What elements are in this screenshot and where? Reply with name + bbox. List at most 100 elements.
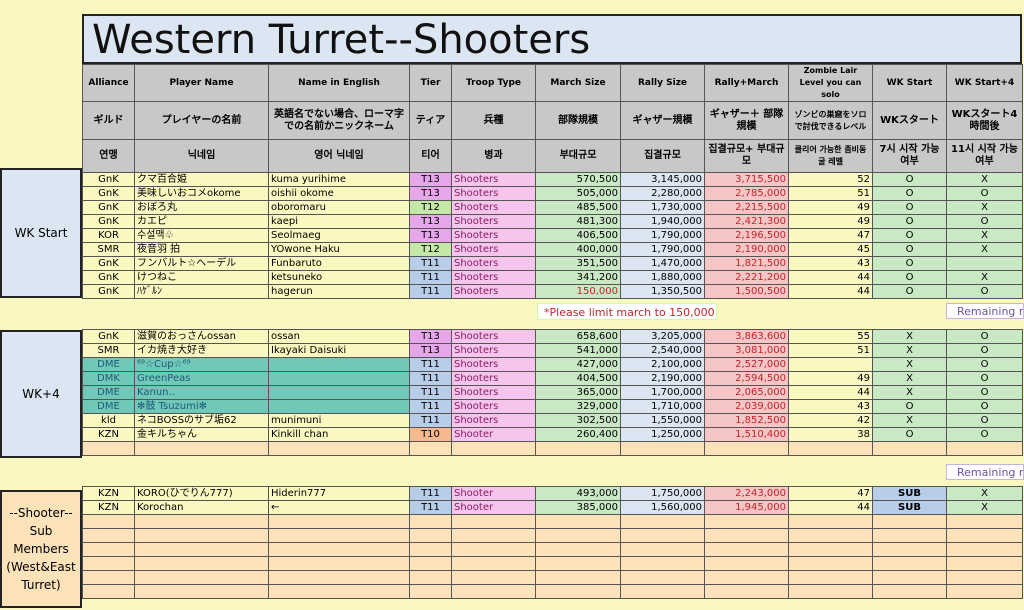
cell-march-size[interactable]: 570,500: [535, 172, 621, 187]
empty-cell[interactable]: [946, 584, 1023, 599]
empty-cell[interactable]: [451, 528, 536, 543]
empty-cell[interactable]: [620, 542, 705, 557]
cell-tier[interactable]: T11: [409, 371, 452, 386]
cell-rally-size[interactable]: 1,250,000: [620, 427, 705, 442]
cell-troop-type[interactable]: Shooters: [451, 256, 536, 271]
empty-cell[interactable]: [409, 570, 452, 585]
cell-english-name[interactable]: Kinkill chan: [268, 427, 410, 442]
cell-player-name[interactable]: イカ焼き大好き: [134, 343, 269, 358]
cell-english-name[interactable]: hagerun: [268, 284, 410, 299]
cell-player-name[interactable]: おぼろ丸: [134, 200, 269, 215]
empty-cell[interactable]: [788, 570, 873, 585]
cell-alliance[interactable]: GnK: [82, 200, 135, 215]
cell-zombie-lair[interactable]: 38: [788, 427, 873, 442]
empty-cell[interactable]: [946, 556, 1023, 571]
cell-rally-march[interactable]: 1,945,000: [704, 500, 789, 515]
empty-cell[interactable]: [704, 542, 789, 557]
cell-wk-start[interactable]: X: [872, 385, 947, 400]
cell-wk-start[interactable]: O: [872, 270, 947, 285]
cell-march-size[interactable]: 302,500: [535, 413, 621, 428]
cell-alliance[interactable]: GnK: [82, 284, 135, 299]
empty-cell[interactable]: [872, 514, 947, 529]
cell-wk-start-4[interactable]: O: [946, 214, 1023, 229]
empty-cell[interactable]: [268, 441, 410, 456]
empty-cell[interactable]: [268, 542, 410, 557]
cell-rally-march[interactable]: 1,821,500: [704, 256, 789, 271]
cell-wk-start-4[interactable]: O: [946, 427, 1023, 442]
cell-wk-start[interactable]: X: [872, 329, 947, 344]
cell-english-name[interactable]: ossan: [268, 329, 410, 344]
cell-rally-march[interactable]: 2,785,000: [704, 186, 789, 201]
cell-zombie-lair[interactable]: 43: [788, 399, 873, 414]
cell-tier[interactable]: T13: [409, 172, 452, 187]
cell-march-size[interactable]: 493,000: [535, 486, 621, 501]
cell-rally-size[interactable]: 1,790,000: [620, 242, 705, 257]
cell-rally-march[interactable]: 2,065,000: [704, 385, 789, 400]
cell-rally-march[interactable]: 2,196,500: [704, 228, 789, 243]
cell-tier[interactable]: T13: [409, 214, 452, 229]
cell-alliance[interactable]: KZN: [82, 500, 135, 515]
empty-cell[interactable]: [788, 514, 873, 529]
cell-alliance[interactable]: KZN: [82, 486, 135, 501]
empty-cell[interactable]: [82, 514, 135, 529]
empty-cell[interactable]: [82, 556, 135, 571]
cell-wk-start[interactable]: O: [872, 214, 947, 229]
cell-alliance[interactable]: SMR: [82, 242, 135, 257]
empty-cell[interactable]: [134, 441, 269, 456]
cell-player-name[interactable]: 수설맥♧: [134, 228, 269, 243]
cell-tier[interactable]: T13: [409, 329, 452, 344]
cell-english-name[interactable]: Hiderin777: [268, 486, 410, 501]
cell-player-name[interactable]: Korochan: [134, 500, 269, 515]
cell-march-size[interactable]: 505,000: [535, 186, 621, 201]
cell-march-size[interactable]: 406,500: [535, 228, 621, 243]
empty-cell[interactable]: [451, 441, 536, 456]
cell-zombie-lair[interactable]: [788, 357, 873, 372]
cell-rally-size[interactable]: 2,280,000: [620, 186, 705, 201]
cell-player-name[interactable]: GreenPeas: [134, 371, 269, 386]
cell-alliance[interactable]: GnK: [82, 186, 135, 201]
empty-cell[interactable]: [268, 584, 410, 599]
empty-cell[interactable]: [82, 528, 135, 543]
cell-wk-start-4[interactable]: O: [946, 186, 1023, 201]
cell-zombie-lair[interactable]: 55: [788, 329, 873, 344]
cell-march-size[interactable]: 481,300: [535, 214, 621, 229]
empty-cell[interactable]: [451, 542, 536, 557]
cell-english-name[interactable]: munimuni: [268, 413, 410, 428]
cell-rally-size[interactable]: 3,145,000: [620, 172, 705, 187]
empty-cell[interactable]: [704, 584, 789, 599]
empty-cell[interactable]: [134, 556, 269, 571]
cell-wk-start-4[interactable]: O: [946, 343, 1023, 358]
cell-wk-start[interactable]: O: [872, 427, 947, 442]
cell-rally-size[interactable]: 1,880,000: [620, 270, 705, 285]
empty-cell[interactable]: [946, 542, 1023, 557]
cell-march-size[interactable]: 404,500: [535, 371, 621, 386]
empty-cell[interactable]: [872, 570, 947, 585]
cell-zombie-lair[interactable]: 47: [788, 228, 873, 243]
cell-english-name[interactable]: YOwone Haku: [268, 242, 410, 257]
cell-alliance[interactable]: kld: [82, 413, 135, 428]
empty-cell[interactable]: [620, 556, 705, 571]
empty-cell[interactable]: [535, 542, 621, 557]
cell-zombie-lair[interactable]: 51: [788, 343, 873, 358]
cell-zombie-lair[interactable]: 47: [788, 486, 873, 501]
cell-zombie-lair[interactable]: 45: [788, 242, 873, 257]
cell-march-size[interactable]: 150,000: [535, 284, 621, 299]
empty-cell[interactable]: [872, 441, 947, 456]
empty-cell[interactable]: [82, 584, 135, 599]
cell-alliance[interactable]: GnK: [82, 256, 135, 271]
cell-wk-start[interactable]: X: [872, 357, 947, 372]
cell-march-size[interactable]: 329,000: [535, 399, 621, 414]
cell-rally-size[interactable]: 1,940,000: [620, 214, 705, 229]
cell-rally-march[interactable]: 1,500,500: [704, 284, 789, 299]
cell-player-name[interactable]: ✻鼓 Tsuzumi✻: [134, 399, 269, 414]
cell-troop-type[interactable]: Shooter: [451, 500, 536, 515]
empty-cell[interactable]: [409, 514, 452, 529]
cell-rally-size[interactable]: 1,750,000: [620, 486, 705, 501]
cell-zombie-lair[interactable]: 44: [788, 284, 873, 299]
cell-player-name[interactable]: けつねこ: [134, 270, 269, 285]
cell-troop-type[interactable]: Shooters: [451, 284, 536, 299]
cell-rally-size[interactable]: 1,710,000: [620, 399, 705, 414]
empty-cell[interactable]: [409, 584, 452, 599]
empty-cell[interactable]: [946, 514, 1023, 529]
cell-tier[interactable]: T11: [409, 284, 452, 299]
